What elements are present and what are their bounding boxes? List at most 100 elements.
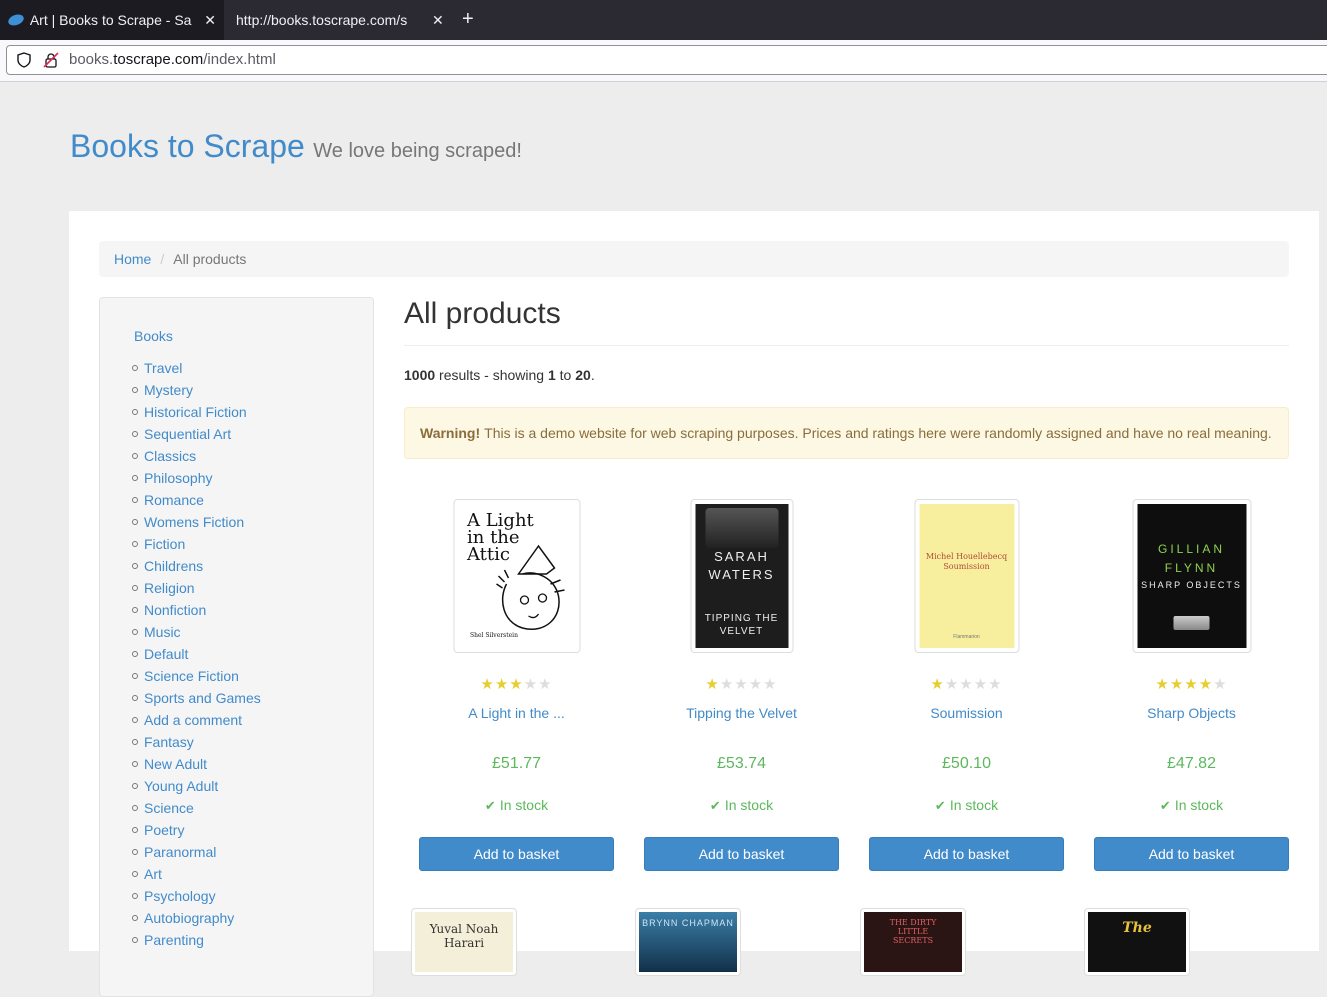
warning-label: Warning! — [420, 425, 481, 441]
sidebar-item-fiction[interactable]: Fiction — [132, 533, 261, 555]
favicon-icon — [6, 12, 26, 28]
check-icon: ✔ — [709, 798, 721, 813]
book-cover-image: A Light in the Attic Shel Silverstein — [458, 504, 575, 648]
star-empty-icon: ★ — [959, 676, 974, 693]
star-filled-icon: ★ — [494, 676, 510, 693]
sidebar-item-new-adult[interactable]: New Adult — [132, 753, 261, 775]
star-filled-icon: ★ — [1198, 676, 1214, 693]
star-empty-icon: ★ — [523, 676, 539, 693]
star-empty-icon: ★ — [538, 676, 553, 693]
sidebar-item-classics[interactable]: Classics — [132, 445, 261, 467]
check-icon: ✔ — [484, 798, 496, 813]
site-tagline: We love being scraped! — [313, 140, 522, 162]
sidebar-item-default[interactable]: Default — [132, 643, 261, 665]
sidebar-item-religion[interactable]: Religion — [132, 577, 261, 599]
sidebar-item-mystery[interactable]: Mystery — [132, 379, 261, 401]
bullet-icon — [132, 519, 138, 526]
sidebar-item-poetry[interactable]: Poetry — [132, 819, 261, 841]
sidebar-item-womens-fiction[interactable]: Womens Fiction — [132, 511, 261, 533]
add-to-basket-button[interactable]: Add to basket — [644, 837, 839, 871]
product-card: SARAH WATERS TIPPING THE VELVET ★★★★★ Ti… — [644, 499, 839, 879]
product-card: GILLIAN FLYNN SHARP OBJECTS ★★★★★ Sharp … — [1094, 499, 1289, 879]
book-cover-image: BRYNN CHAPMAN — [639, 912, 737, 972]
sidebar-item-romance[interactable]: Romance — [132, 489, 261, 511]
close-tab-icon[interactable]: ✕ — [432, 12, 444, 29]
sidebar-item-nonfiction[interactable]: Nonfiction — [132, 599, 261, 621]
sidebar-item-historical-fiction[interactable]: Historical Fiction — [132, 401, 261, 423]
sidebar-item-philosophy[interactable]: Philosophy — [132, 467, 261, 489]
bullet-icon — [132, 409, 138, 416]
page-container: Home / All products Books Travel Mystery H… — [69, 211, 1319, 997]
sidebar-item-science[interactable]: Science — [132, 797, 261, 819]
tab-title: http://books.toscrape.com/s — [236, 12, 408, 28]
bullet-icon — [132, 783, 138, 790]
sidebar-item-art[interactable]: Art — [132, 863, 261, 885]
sidebar-item-music[interactable]: Music — [132, 621, 261, 643]
star-filled-icon: ★ — [930, 676, 945, 693]
bullet-icon — [132, 893, 138, 900]
sidebar-item-fantasy[interactable]: Fantasy — [132, 731, 261, 753]
sidebar-root-books[interactable]: Books — [134, 328, 173, 344]
star-empty-icon: ★ — [988, 676, 1003, 693]
product-title-link[interactable]: A Light in the ... — [419, 705, 614, 721]
site-logo-link[interactable]: Books to Scrape — [70, 128, 305, 164]
star-filled-icon: ★ — [705, 676, 720, 693]
sidebar-item-travel[interactable]: Travel — [132, 357, 261, 379]
check-icon: ✔ — [1159, 798, 1171, 813]
breadcrumb-home[interactable]: Home — [114, 251, 151, 267]
product-title-link[interactable]: Soumission — [869, 705, 1064, 721]
add-to-basket-button[interactable]: Add to basket — [869, 837, 1064, 871]
book-cover-link[interactable]: The — [1084, 908, 1190, 976]
product-price: £53.74 — [717, 755, 766, 772]
book-cover-link[interactable]: Michel Houellebecq Soumission Flammarion — [914, 499, 1019, 653]
sidebar-item-science-fiction[interactable]: Science Fiction — [132, 665, 261, 687]
book-cover-link[interactable]: Yuval Noah Harari — [411, 908, 517, 976]
breadcrumb: Home / All products — [99, 241, 1289, 277]
bullet-icon — [132, 717, 138, 724]
bullet-icon — [132, 695, 138, 702]
book-cover-link[interactable]: GILLIAN FLYNN SHARP OBJECTS — [1132, 499, 1251, 653]
sidebar-item-psychology[interactable]: Psychology — [132, 885, 261, 907]
results-summary: 1000 results - showing 1 to 20. — [404, 367, 595, 383]
sidebar-item-paranormal[interactable]: Paranormal — [132, 841, 261, 863]
sidebar-item-young-adult[interactable]: Young Adult — [132, 775, 261, 797]
tab-books-toscrape[interactable]: http://books.toscrape.com/s ✕ — [228, 0, 452, 40]
bullet-icon — [132, 541, 138, 548]
availability: ✔ In stock — [484, 797, 549, 813]
url-field[interactable]: books.toscrape.com/index.html — [6, 45, 1327, 75]
product-card: Michel Houellebecq Soumission Flammarion… — [869, 499, 1064, 879]
product-price: £47.82 — [1167, 755, 1216, 772]
tab-art-books[interactable]: Art | Books to Scrape - Sa ✕ — [0, 0, 224, 40]
shield-icon[interactable] — [17, 52, 31, 68]
sidebar-item-add-a-comment[interactable]: Add a comment — [132, 709, 261, 731]
book-cover-link[interactable]: A Light in the Attic Shel Silverstein — [453, 499, 580, 653]
bullet-icon — [132, 475, 138, 482]
book-cover-image: Michel Houellebecq Soumission Flammarion — [919, 504, 1014, 648]
insecure-lock-icon[interactable] — [43, 52, 59, 68]
add-to-basket-button[interactable]: Add to basket — [419, 837, 614, 871]
product-card: A Light in the Attic Shel Silverstein ★★… — [419, 499, 614, 879]
product-title-link[interactable]: Tipping the Velvet — [644, 705, 839, 721]
sidebar-item-sequential-art[interactable]: Sequential Art — [132, 423, 261, 445]
sidebar-item-autobiography[interactable]: Autobiography — [132, 907, 261, 929]
add-to-basket-button[interactable]: Add to basket — [1094, 837, 1289, 871]
book-cover-link[interactable]: BRYNN CHAPMAN — [635, 908, 741, 976]
book-cover-link[interactable]: SARAH WATERS TIPPING THE VELVET — [690, 499, 793, 653]
book-cover-link[interactable]: THE DIRTY LITTLE SECRETS — [860, 908, 966, 976]
url-text: books.toscrape.com/index.html — [69, 51, 276, 68]
product-price: £50.10 — [942, 755, 991, 772]
bullet-icon — [132, 563, 138, 570]
sidebar-item-childrens[interactable]: Childrens — [132, 555, 261, 577]
sidebar-item-parenting[interactable]: Parenting — [132, 929, 261, 951]
bullet-icon — [132, 915, 138, 922]
new-tab-button[interactable]: + — [462, 8, 474, 31]
star-filled-icon: ★ — [509, 676, 524, 693]
warning-text: This is a demo website for web scraping … — [484, 425, 1272, 441]
close-tab-icon[interactable]: ✕ — [204, 12, 216, 29]
bullet-icon — [132, 453, 138, 460]
bullet-icon — [132, 607, 138, 614]
bullet-icon — [132, 805, 138, 812]
product-title-link[interactable]: Sharp Objects — [1094, 705, 1289, 721]
breadcrumb-separator: / — [160, 251, 165, 267]
sidebar-item-sports-and-games[interactable]: Sports and Games — [132, 687, 261, 709]
